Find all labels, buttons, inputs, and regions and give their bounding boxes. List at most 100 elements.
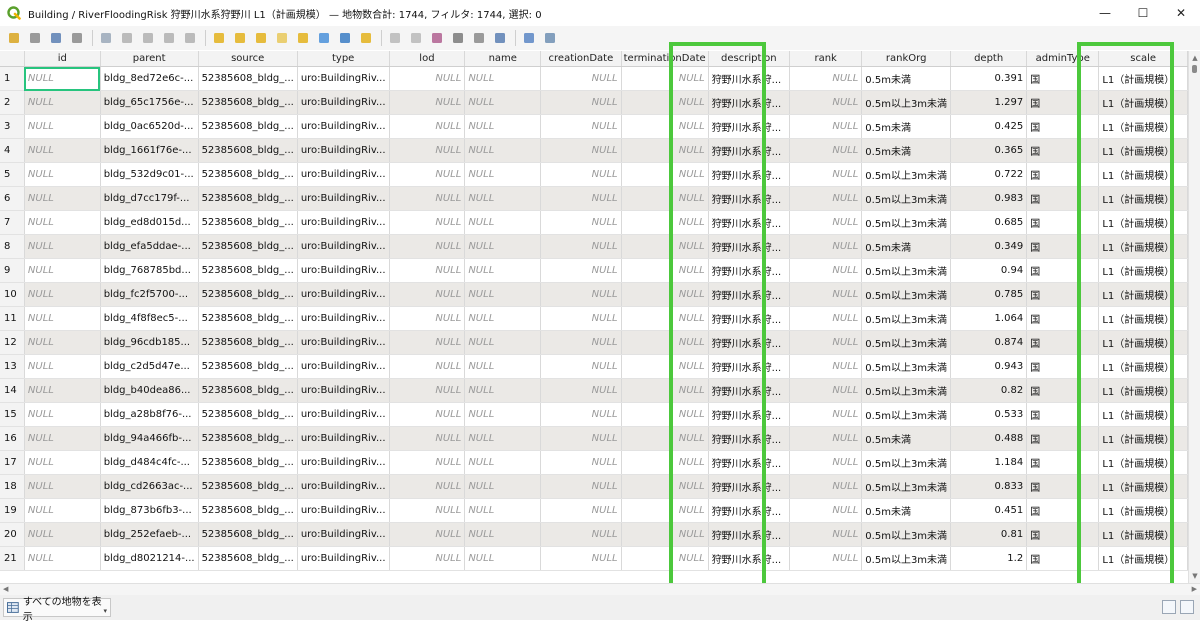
cell-type[interactable]: uro:BuildingRiv...: [297, 138, 390, 163]
table-row[interactable]: 14 NULL bldg_b40dea86... 52385608_bldg_... u…: [0, 378, 1188, 403]
cell-depth[interactable]: 0.365: [950, 138, 1028, 163]
row-number[interactable]: 19: [0, 498, 25, 523]
cell-description[interactable]: 狩野川水系狩...: [708, 114, 790, 139]
cell-source[interactable]: 52385608_bldg_...: [198, 66, 298, 91]
cell-scale[interactable]: L1（計画規模）: [1098, 474, 1188, 499]
cell-terminationdate[interactable]: NULL: [621, 330, 709, 355]
cell-admintype[interactable]: 国: [1026, 258, 1100, 283]
table-row[interactable]: 6 NULL bldg_d7cc179f-... 52385608_bldg_... u…: [0, 186, 1188, 211]
column-header-rankorg[interactable]: rankOrg: [861, 51, 952, 67]
cell-rank[interactable]: NULL: [789, 354, 863, 379]
cell-rank[interactable]: NULL: [789, 186, 863, 211]
cell-lod[interactable]: NULL: [389, 234, 466, 259]
cell-lod[interactable]: NULL: [389, 90, 466, 115]
table-row[interactable]: 13 NULL bldg_c2d5d47e... 52385608_bldg_... u…: [0, 354, 1188, 379]
cell-scale[interactable]: L1（計画規模）: [1098, 138, 1188, 163]
select-all-icon[interactable]: [232, 30, 248, 46]
cell-name[interactable]: NULL: [464, 210, 542, 235]
table-row[interactable]: 12 NULL bldg_96cdb185... 52385608_bldg_... u…: [0, 330, 1188, 355]
cell-terminationdate[interactable]: NULL: [621, 66, 709, 91]
row-number[interactable]: 3: [0, 114, 25, 139]
table-row[interactable]: 20 NULL bldg_252efaeb-... 52385608_bldg_...…: [0, 522, 1188, 547]
cell-source[interactable]: 52385608_bldg_...: [198, 474, 298, 499]
cell-description[interactable]: 狩野川水系狩...: [708, 354, 790, 379]
cell-scale[interactable]: L1（計画規模）: [1098, 378, 1188, 403]
cell-name[interactable]: NULL: [464, 114, 542, 139]
cell-terminationdate[interactable]: NULL: [621, 546, 709, 571]
copy-icon[interactable]: [161, 30, 177, 46]
cell-depth[interactable]: 0.349: [950, 234, 1028, 259]
cell-source[interactable]: 52385608_bldg_...: [198, 426, 298, 451]
cell-description[interactable]: 狩野川水系狩...: [708, 282, 790, 307]
row-number[interactable]: 21: [0, 546, 25, 571]
table-row[interactable]: 9 NULL bldg_768785bd... 52385608_bldg_... ur…: [0, 258, 1188, 283]
cell-creationdate[interactable]: NULL: [540, 90, 622, 115]
cell-id[interactable]: NULL: [24, 162, 101, 187]
cell-terminationdate[interactable]: NULL: [621, 354, 709, 379]
cell-scale[interactable]: L1（計画規模）: [1098, 66, 1188, 91]
cell-source[interactable]: 52385608_bldg_...: [198, 162, 298, 187]
cell-scale[interactable]: L1（計画規模）: [1098, 402, 1188, 427]
cell-description[interactable]: 狩野川水系狩...: [708, 234, 790, 259]
cell-admintype[interactable]: 国: [1026, 426, 1100, 451]
cell-depth[interactable]: 0.533: [950, 402, 1028, 427]
cell-id[interactable]: NULL: [24, 282, 101, 307]
scroll-thumb[interactable]: [1192, 65, 1197, 73]
cell-parent[interactable]: bldg_96cdb185...: [100, 330, 199, 355]
cell-parent[interactable]: bldg_0ac6520d-...: [100, 114, 199, 139]
cell-admintype[interactable]: 国: [1026, 450, 1100, 475]
table-row[interactable]: 1 NULL bldg_8ed72e6c-... 52385608_bldg_... u…: [0, 66, 1188, 91]
cell-type[interactable]: uro:BuildingRiv...: [297, 474, 390, 499]
cell-type[interactable]: uro:BuildingRiv...: [297, 114, 390, 139]
cell-type[interactable]: uro:BuildingRiv...: [297, 306, 390, 331]
cell-lod[interactable]: NULL: [389, 450, 466, 475]
cell-lod[interactable]: NULL: [389, 66, 466, 91]
cell-admintype[interactable]: 国: [1026, 66, 1100, 91]
cell-type[interactable]: uro:BuildingRiv...: [297, 426, 390, 451]
cell-type[interactable]: uro:BuildingRiv...: [297, 282, 390, 307]
scroll-up-arrow-icon[interactable]: ▲: [1190, 53, 1200, 63]
cell-rank[interactable]: NULL: [789, 90, 863, 115]
cell-lod[interactable]: NULL: [389, 378, 466, 403]
cell-type[interactable]: uro:BuildingRiv...: [297, 522, 390, 547]
row-number[interactable]: 20: [0, 522, 25, 547]
cell-id[interactable]: NULL: [24, 546, 101, 571]
cell-id[interactable]: NULL: [24, 426, 101, 451]
table-row[interactable]: 21 NULL bldg_d8021214-... 52385608_bldg_...…: [0, 546, 1188, 571]
cell-scale[interactable]: L1（計画規模）: [1098, 306, 1188, 331]
column-header-parent[interactable]: parent: [100, 51, 199, 67]
cell-description[interactable]: 狩野川水系狩...: [708, 138, 790, 163]
cell-rankorg[interactable]: 0.5m未満: [861, 138, 952, 163]
cell-lod[interactable]: NULL: [389, 522, 466, 547]
cut-icon[interactable]: [140, 30, 156, 46]
add-feature-icon[interactable]: [98, 30, 114, 46]
cell-name[interactable]: NULL: [464, 354, 542, 379]
cell-depth[interactable]: 1.297: [950, 90, 1028, 115]
cell-lod[interactable]: NULL: [389, 186, 466, 211]
cell-depth[interactable]: 0.722: [950, 162, 1028, 187]
column-header-source[interactable]: source: [198, 51, 298, 67]
cell-type[interactable]: uro:BuildingRiv...: [297, 162, 390, 187]
cell-creationdate[interactable]: NULL: [540, 546, 622, 571]
cell-admintype[interactable]: 国: [1026, 498, 1100, 523]
multi-edit-icon[interactable]: [27, 30, 43, 46]
cell-terminationdate[interactable]: NULL: [621, 426, 709, 451]
table-row[interactable]: 4 NULL bldg_1661f76e-... 52385608_bldg_... u…: [0, 138, 1188, 163]
cell-rankorg[interactable]: 0.5m以上3m未満: [861, 474, 952, 499]
cell-parent[interactable]: bldg_c2d5d47e...: [100, 354, 199, 379]
row-number[interactable]: 15: [0, 402, 25, 427]
cell-terminationdate[interactable]: NULL: [621, 114, 709, 139]
feature-filter-button[interactable]: すべての地物を表示 ▾: [3, 597, 111, 623]
cell-id[interactable]: NULL: [24, 498, 101, 523]
cell-source[interactable]: 52385608_bldg_...: [198, 306, 298, 331]
cell-scale[interactable]: L1（計画規模）: [1098, 546, 1188, 571]
cell-id[interactable]: NULL: [24, 354, 101, 379]
cell-source[interactable]: 52385608_bldg_...: [198, 498, 298, 523]
cell-source[interactable]: 52385608_bldg_...: [198, 378, 298, 403]
cell-description[interactable]: 狩野川水系狩...: [708, 474, 790, 499]
row-number[interactable]: 4: [0, 138, 25, 163]
cell-lod[interactable]: NULL: [389, 426, 466, 451]
cell-terminationdate[interactable]: NULL: [621, 138, 709, 163]
cell-creationdate[interactable]: NULL: [540, 114, 622, 139]
cell-type[interactable]: uro:BuildingRiv...: [297, 450, 390, 475]
